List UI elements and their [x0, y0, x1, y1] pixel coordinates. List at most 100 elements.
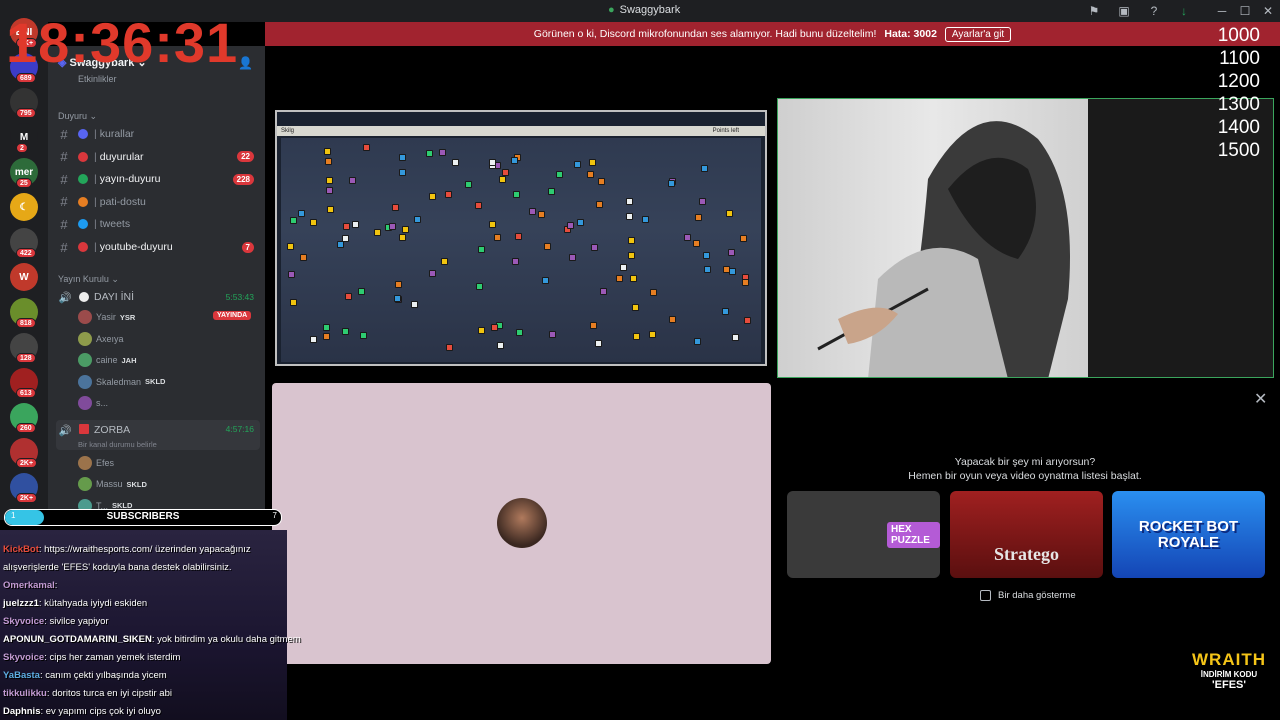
skill-node[interactable] — [478, 327, 485, 334]
skill-node[interactable] — [395, 281, 402, 288]
skill-node[interactable] — [290, 217, 297, 224]
skill-node[interactable] — [429, 193, 436, 200]
skill-node[interactable] — [729, 268, 736, 275]
inbox-icon[interactable]: ⚑ — [1086, 3, 1102, 19]
skill-node[interactable] — [389, 223, 396, 230]
skill-node[interactable] — [695, 214, 702, 221]
game-window[interactable]: Skilg Points left — [275, 110, 767, 366]
skill-tree[interactable] — [281, 138, 761, 362]
skill-node[interactable] — [591, 244, 598, 251]
skill-node[interactable] — [358, 288, 365, 295]
skill-node[interactable] — [343, 223, 350, 230]
minimize-button[interactable]: ─ — [1214, 3, 1230, 19]
skill-node[interactable] — [574, 161, 581, 168]
skill-node[interactable] — [298, 210, 305, 217]
skill-node[interactable] — [628, 252, 635, 259]
skill-node[interactable] — [441, 258, 448, 265]
category-duyuru[interactable]: Duyuru ⌄ — [58, 111, 97, 122]
go-to-settings-button[interactable]: Ayarlar'a git — [944, 26, 1012, 42]
skill-node[interactable] — [740, 235, 747, 242]
close-window-button[interactable]: ✕ — [1260, 3, 1276, 19]
dont-show-again-checkbox[interactable]: Bir daha gösterme — [980, 590, 1076, 601]
skill-node[interactable] — [491, 324, 498, 331]
skill-node[interactable] — [744, 317, 751, 324]
channel-youtube-duyuru[interactable]: # | youtube-duyuru 7 — [56, 237, 260, 257]
skill-node[interactable] — [598, 178, 605, 185]
skill-node[interactable] — [476, 283, 483, 290]
skill-node[interactable] — [310, 336, 317, 343]
channel-pati-dostu[interactable]: # | pati-dostu — [56, 192, 260, 212]
skill-node[interactable] — [699, 198, 706, 205]
skill-node[interactable] — [567, 222, 574, 229]
skill-node[interactable] — [327, 206, 334, 213]
help-icon[interactable]: ? — [1146, 3, 1162, 19]
skill-node[interactable] — [668, 180, 675, 187]
skill-node[interactable] — [669, 316, 676, 323]
skill-node[interactable] — [548, 188, 555, 195]
skill-node[interactable] — [649, 331, 656, 338]
voice-user[interactable]: Axeıya — [78, 330, 124, 348]
skill-node[interactable] — [499, 176, 506, 183]
skill-node[interactable] — [337, 241, 344, 248]
skill-node[interactable] — [414, 216, 421, 223]
channel-tweets[interactable]: # | tweets — [56, 214, 260, 234]
skill-node[interactable] — [502, 169, 509, 176]
skill-node[interactable] — [497, 342, 504, 349]
category-voice[interactable]: Yayın Kurulu ⌄ — [58, 274, 119, 285]
skill-node[interactable] — [694, 338, 701, 345]
voice-user[interactable]: Massu SKLD — [78, 475, 147, 493]
skill-node[interactable] — [633, 333, 640, 340]
skill-node[interactable] — [399, 154, 406, 161]
skill-node[interactable] — [590, 322, 597, 329]
skill-node[interactable] — [732, 334, 739, 341]
skill-node[interactable] — [411, 301, 418, 308]
skill-node[interactable] — [632, 304, 639, 311]
skill-node[interactable] — [345, 293, 352, 300]
skill-node[interactable] — [626, 198, 633, 205]
skill-node[interactable] — [544, 243, 551, 250]
skill-node[interactable] — [323, 324, 330, 331]
skill-node[interactable] — [529, 208, 536, 215]
skill-node[interactable] — [538, 211, 545, 218]
skill-node[interactable] — [446, 344, 453, 351]
skill-node[interactable] — [577, 219, 584, 226]
skill-node[interactable] — [465, 181, 472, 188]
skill-node[interactable] — [542, 277, 549, 284]
skill-node[interactable] — [452, 159, 459, 166]
skill-node[interactable] — [325, 158, 332, 165]
skill-node[interactable] — [494, 234, 501, 241]
game-card-stratego[interactable]: Stratego — [950, 491, 1103, 578]
voice-channel-0[interactable]: 🔊 DAYI İNİ 5:53:43 — [56, 286, 260, 308]
channel-yayın-duyuru[interactable]: # | yayın-duyuru 228 — [56, 169, 260, 189]
channel-kurallar[interactable]: # | kurallar — [56, 124, 260, 144]
skill-node[interactable] — [650, 289, 657, 296]
skill-node[interactable] — [326, 177, 333, 184]
skill-node[interactable] — [290, 299, 297, 306]
skill-node[interactable] — [399, 169, 406, 176]
skill-node[interactable] — [513, 191, 520, 198]
maximize-button[interactable]: ☐ — [1237, 3, 1253, 19]
voice-user[interactable]: Efes — [78, 454, 114, 472]
skill-node[interactable] — [549, 331, 556, 338]
skill-node[interactable] — [399, 234, 406, 241]
add-member-icon[interactable]: 👤 — [238, 56, 253, 70]
skill-node[interactable] — [300, 254, 307, 261]
skill-node[interactable] — [642, 216, 649, 223]
skill-node[interactable] — [626, 213, 633, 220]
skill-node[interactable] — [701, 165, 708, 172]
skill-node[interactable] — [684, 234, 691, 241]
server-icon[interactable]: W — [10, 263, 38, 291]
channel-duyurular[interactable]: # | duyurular 22 — [56, 147, 260, 167]
skill-node[interactable] — [556, 171, 563, 178]
skill-node[interactable] — [704, 266, 711, 273]
voice-user[interactable]: Yasir YSR — [78, 308, 135, 326]
voice-user[interactable]: Skaledman SKLD — [78, 373, 165, 391]
checkbox-box[interactable] — [980, 590, 991, 601]
skill-node[interactable] — [360, 332, 367, 339]
skill-node[interactable] — [402, 226, 409, 233]
skill-node[interactable] — [445, 191, 452, 198]
skill-node[interactable] — [515, 233, 522, 240]
skill-node[interactable] — [426, 150, 433, 157]
game-card-hex-puzzle[interactable]: HEX PUZZLE — [787, 491, 940, 578]
skill-node[interactable] — [589, 159, 596, 166]
